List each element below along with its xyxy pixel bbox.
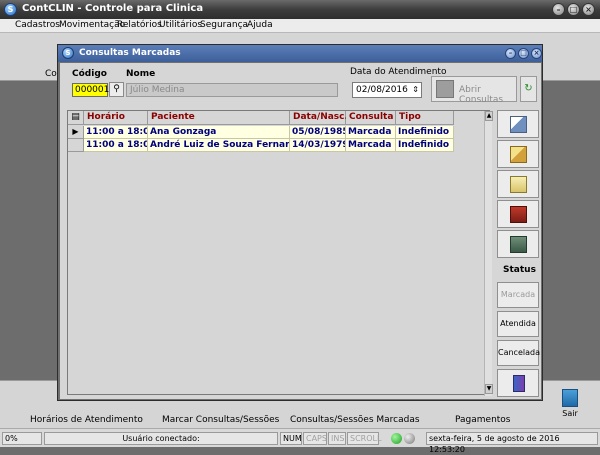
cell-horario: 11:00 a 18:00 [84, 139, 148, 152]
data-atendimento-picker[interactable]: 02/08/2016 ⇕ [352, 82, 422, 98]
menu-seguranca[interactable]: Segurança [200, 20, 248, 30]
toolbar-label-fragment[interactable]: Co [45, 69, 57, 79]
nome-field: Júlio Medina [126, 83, 338, 97]
consultas-marcadas-button[interactable]: Consultas/Sessões Marcadas [290, 415, 420, 425]
menu-cadastros[interactable]: Cadastros [15, 20, 60, 30]
refresh-icon[interactable]: ↻ [520, 76, 537, 102]
menu-movimentacao[interactable]: Movimentação [59, 20, 125, 30]
app-title-bar: S ContCLIN - Controle para Clinica – □ × [0, 0, 600, 19]
abrir-consultas-label: Abrir Consultas [459, 85, 504, 105]
dialog-maximize-icon[interactable]: □ [518, 48, 529, 59]
printer-icon [436, 80, 454, 98]
book-icon [510, 176, 527, 193]
data-atendimento-value: 02/08/2016 [356, 85, 408, 95]
pencil-icon [510, 146, 527, 163]
num-indicator: NUM [280, 432, 302, 445]
current-row-arrow-icon: ▶ [68, 126, 84, 139]
datetime-display: sexta-feira, 5 de agosto de 2016 12:53:2… [426, 432, 598, 454]
pagamentos-button[interactable]: Pagamentos [455, 415, 511, 425]
status-cancelada-button[interactable]: Cancelada [497, 340, 540, 366]
col-tipo[interactable]: Tipo [396, 111, 454, 125]
app-title: ContCLIN - Controle para Clinica [22, 3, 204, 14]
exit-dialog-button[interactable] [497, 369, 539, 397]
menu-ajuda[interactable]: Ajuda [247, 20, 273, 30]
view-button[interactable] [497, 110, 539, 138]
exit-door-icon [562, 389, 578, 407]
edit-button[interactable] [497, 140, 539, 168]
user-connected-label: Usuário conectado: [44, 432, 278, 445]
cell-consulta: Marcada [346, 126, 396, 139]
dialog-minimize-icon[interactable]: – [505, 48, 516, 59]
sair-button[interactable]: Sair [560, 389, 580, 418]
connection-gray-icon [404, 433, 415, 444]
ins-indicator: INS [328, 432, 346, 445]
menu-relatorios[interactable]: Relatórios [117, 20, 162, 30]
delete-button[interactable] [497, 200, 539, 228]
close-icon[interactable]: × [582, 3, 595, 16]
cell-data-nasc: 14/03/1979 [290, 139, 346, 152]
dialog-body: Código Nome 000001 ⚲ Júlio Medina Data d… [60, 63, 541, 399]
col-paciente[interactable]: Paciente [148, 111, 290, 125]
table-row[interactable]: 11:00 a 18:00 André Luiz de Souza Fernan… [68, 139, 454, 152]
codigo-label: Código [72, 69, 107, 79]
consultas-marcadas-dialog: S Consultas Marcadas – □ × Código Nome 0… [57, 44, 543, 401]
notepad-icon [510, 116, 527, 133]
maximize-icon[interactable]: □ [567, 3, 580, 16]
delete-icon [510, 206, 527, 223]
cell-paciente: André Luiz de Souza Fernandes [148, 139, 290, 152]
door-exit-icon [513, 375, 525, 392]
app-logo-icon: S [4, 3, 17, 16]
connection-green-icon [391, 433, 402, 444]
cell-tipo: Indefinido [396, 139, 454, 152]
search-icon[interactable]: ⚲ [109, 82, 124, 97]
cell-data-nasc: 05/08/1985 [290, 126, 346, 139]
cell-paciente: Ana Gonzaga [148, 126, 290, 139]
marcar-consultas-button[interactable]: Marcar Consultas/Sessões [162, 415, 279, 425]
spin-arrows-icon[interactable]: ⇕ [412, 83, 419, 97]
dialog-title-bar: S Consultas Marcadas – □ × [58, 45, 542, 62]
sair-label: Sair [562, 409, 578, 418]
cell-horario: 11:00 a 18:00 [84, 126, 148, 139]
minimize-icon[interactable]: – [552, 3, 565, 16]
menu-bar: Cadastros Movimentação Relatórios Utilit… [0, 19, 600, 33]
consultas-grid: ▤ Horário Paciente Data/Nasc. Consulta T… [67, 110, 493, 396]
status-marcada-button[interactable]: Marcada [497, 282, 539, 308]
status-atendida-button[interactable]: Atendida [497, 311, 539, 337]
cell-consulta: Marcada [346, 139, 396, 152]
table-row[interactable]: ▶ 11:00 a 18:00 Ana Gonzaga 05/08/1985 M… [68, 126, 454, 139]
dialog-title: Consultas Marcadas [79, 48, 181, 58]
horarios-atendimento-button[interactable]: Horários de Atendimento [30, 415, 143, 425]
status-bar: 0% Usuário conectado: NUM CAPS INS SCROL… [0, 428, 600, 454]
col-data-nasc[interactable]: Data/Nasc. [290, 111, 348, 125]
scroll-indicator: SCROLL [347, 432, 381, 445]
dialog-close-icon[interactable]: × [531, 48, 542, 59]
col-consulta[interactable]: Consulta [346, 111, 396, 125]
scroll-down-icon[interactable]: ▼ [485, 384, 493, 394]
cell-tipo: Indefinido [396, 126, 454, 139]
scroll-up-icon[interactable]: ▲ [485, 111, 493, 121]
codigo-input[interactable]: 000001 [72, 83, 109, 97]
dialog-app-icon: S [62, 47, 74, 59]
book-button[interactable] [497, 170, 539, 198]
calculator-icon [510, 236, 527, 253]
nome-label: Nome [126, 69, 156, 79]
grid-corner-icon[interactable]: ▤ [68, 111, 84, 125]
abrir-consultas-button[interactable]: Abrir Consultas [431, 76, 517, 105]
menu-utilitarios[interactable]: Utilitários [159, 20, 202, 30]
progress-percent: 0% [2, 432, 42, 445]
grid-vertical-scrollbar[interactable]: ▲ ▼ [484, 111, 493, 396]
col-horario[interactable]: Horário [84, 111, 148, 125]
row-indicator [68, 139, 84, 152]
status-label: Status [503, 265, 536, 275]
caps-indicator: CAPS [303, 432, 327, 445]
calculator-button[interactable] [497, 230, 539, 258]
